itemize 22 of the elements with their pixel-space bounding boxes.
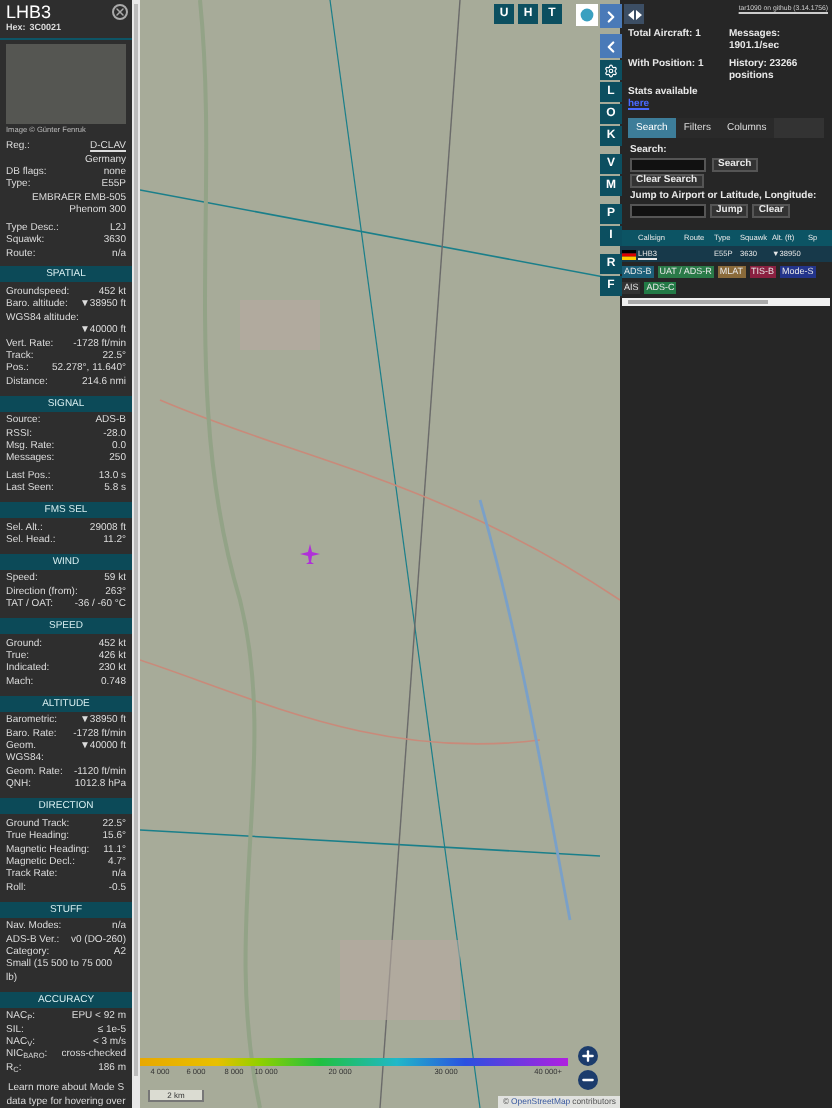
chevron-right-icon — [602, 7, 620, 25]
vertical-scrollbar[interactable] — [132, 0, 140, 1108]
jump-field[interactable] — [630, 204, 706, 218]
circle-icon — [580, 8, 594, 22]
expand-button[interactable] — [600, 4, 622, 28]
plus-icon — [580, 1048, 596, 1064]
horizontal-scrollbar[interactable] — [622, 298, 830, 306]
layer-button[interactable] — [576, 4, 598, 26]
settings-button[interactable] — [600, 60, 622, 80]
aircraft-callsign: LHB3 — [6, 2, 52, 22]
zoom-in-button[interactable] — [578, 1046, 598, 1066]
flag-icon — [622, 249, 636, 259]
panel-toggle-button[interactable] — [624, 4, 644, 24]
double-arrow-icon — [627, 9, 641, 19]
chevron-left-icon — [602, 37, 620, 55]
close-button[interactable] — [112, 4, 128, 20]
collapse-button[interactable] — [600, 34, 622, 58]
close-icon — [114, 6, 126, 18]
settings-icon — [604, 63, 618, 77]
photo-placeholder — [6, 44, 126, 125]
search-field[interactable] — [630, 158, 706, 172]
zoom-out-button[interactable] — [578, 1070, 598, 1090]
